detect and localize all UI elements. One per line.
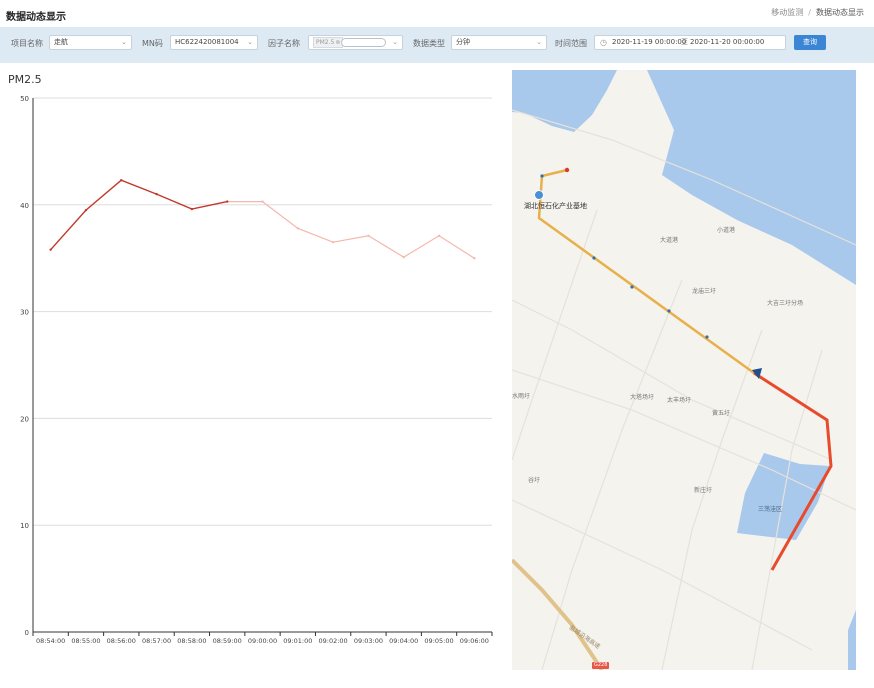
water-area-ne: [647, 70, 856, 285]
map-label: 水雨圩: [512, 393, 531, 400]
factor-tag-label: PM2.5: [316, 39, 335, 46]
map-label: 小道港: [717, 227, 736, 234]
project-select[interactable]: 走航 ⌄: [49, 35, 132, 50]
clock-icon: ◷: [600, 38, 607, 47]
date-range-picker[interactable]: ◷ 2020-11-19 00:00:00 至 2020-11-20 00:00…: [594, 35, 786, 50]
map-label: 大塔场圩: [630, 394, 655, 401]
y-tick-label: 0: [25, 629, 29, 637]
water-area-nw: [512, 70, 617, 132]
x-tick-label: 09:03:00: [354, 637, 383, 645]
chevron-down-icon: ⌄: [247, 38, 253, 46]
breadcrumb-separator: /: [808, 8, 811, 17]
data-point: [49, 248, 52, 251]
map-label-reservoir: 三荡洼区: [758, 506, 783, 513]
map-label: 龙庙三圩: [692, 288, 717, 295]
range-start[interactable]: 2020-11-19 00:00:00: [612, 36, 686, 49]
route-point[interactable]: [592, 256, 596, 260]
chevron-down-icon: ⌄: [536, 38, 542, 46]
data-point: [225, 200, 229, 203]
data-point: [261, 200, 264, 203]
breadcrumb: 移动监测 / 数据动态显示: [771, 7, 864, 18]
route-point[interactable]: [630, 285, 634, 289]
x-tick-label: 08:58:00: [177, 637, 206, 645]
map-label: 黄五圩: [712, 410, 731, 417]
x-tick-label: 09:05:00: [424, 637, 453, 645]
x-tick-label: 08:59:00: [213, 637, 242, 645]
map-label: 大道港: [660, 237, 679, 244]
map-label: 太丰场圩: [667, 397, 692, 404]
route-point[interactable]: [705, 335, 709, 339]
mn-label: MN码: [142, 39, 163, 48]
data-point: [437, 234, 441, 237]
data-point: [155, 192, 158, 196]
page-title: 数据动态显示: [6, 12, 66, 23]
project-select-value: 走航: [54, 38, 68, 46]
location-pin-icon[interactable]: [534, 190, 544, 200]
chevron-down-icon: ⌄: [392, 38, 398, 46]
datatype-label: 数据类型: [413, 39, 445, 48]
query-button[interactable]: 查询: [794, 35, 826, 50]
x-tick-label: 08:56:00: [107, 637, 136, 645]
data-point: [402, 255, 405, 259]
series-line: [50, 179, 228, 251]
factor-select[interactable]: PM2.5⊗ ⌄: [308, 35, 403, 50]
y-tick-label: 40: [20, 202, 29, 210]
series-line-faded: [227, 200, 475, 259]
route-point[interactable]: [540, 174, 544, 178]
chevron-down-icon: ⌄: [121, 38, 127, 46]
x-tick-label: 09:00:00: [248, 637, 277, 645]
x-tick-label: 09:04:00: [389, 637, 418, 645]
project-label: 项目名称: [11, 39, 43, 48]
breadcrumb-item-monitoring[interactable]: 移动监测: [771, 8, 803, 17]
y-tick-label: 10: [20, 522, 29, 530]
x-tick-label: 08:54:00: [36, 637, 65, 645]
map-label: 谷圩: [528, 477, 541, 484]
data-point: [120, 179, 123, 182]
pm25-line-chart: 0 10 20 30 40 50 08:54:00 08:55:00 08:56:00 08:57…: [20, 95, 493, 645]
x-tick-label: 08:55:00: [71, 637, 100, 645]
tag-close-icon[interactable]: ⊗: [335, 39, 340, 46]
map-label: 大吉三圩分场: [767, 300, 804, 307]
y-tick-label: 30: [20, 309, 29, 317]
mn-select-value: HC622420081004: [175, 38, 239, 46]
x-tick-label: 09:06:00: [460, 637, 489, 645]
data-point: [84, 208, 88, 212]
data-point: [331, 240, 335, 244]
datatype-select[interactable]: 分钟 ⌄: [451, 35, 547, 50]
map-poi-label: 湖北恒石化产业基地: [524, 202, 587, 210]
y-tick-label: 50: [20, 95, 29, 103]
route-end-marker[interactable]: [564, 167, 570, 173]
range-label: 时间范围: [555, 39, 587, 48]
range-separator: 至: [681, 38, 688, 46]
map-canvas: [512, 70, 856, 670]
map-view[interactable]: 湖北恒石化产业基地 大道港 小道港 龙庙三圩 大吉三圩分场 水雨圩 太丰场圩 黄…: [512, 70, 856, 670]
data-point: [473, 257, 476, 260]
route-point[interactable]: [667, 309, 671, 313]
y-tick-label: 20: [20, 415, 29, 423]
range-end[interactable]: 2020-11-20 00:00:00: [690, 36, 764, 49]
x-tick-label: 09:01:00: [283, 637, 312, 645]
filter-bar: 项目名称 走航 ⌄ MN码 HC622420081004 ⌄ 因子名称 PM2.…: [0, 27, 874, 63]
x-tick-label: 08:57:00: [142, 637, 171, 645]
road-badge: G228: [592, 662, 610, 669]
map-label: 新庄圩: [694, 487, 713, 494]
factor-label: 因子名称: [268, 39, 300, 48]
water-area-se: [848, 610, 856, 670]
x-tick-label: 09:02:00: [319, 637, 348, 645]
data-point: [367, 234, 370, 237]
breadcrumb-item-current: 数据动态显示: [816, 8, 864, 17]
mn-select[interactable]: HC622420081004 ⌄: [170, 35, 258, 50]
highway: [512, 558, 604, 670]
factor-search-input[interactable]: [341, 38, 386, 47]
data-point: [190, 207, 194, 211]
data-point: [296, 227, 300, 230]
datatype-select-value: 分钟: [456, 38, 470, 46]
factor-tag: PM2.5⊗: [313, 37, 344, 48]
